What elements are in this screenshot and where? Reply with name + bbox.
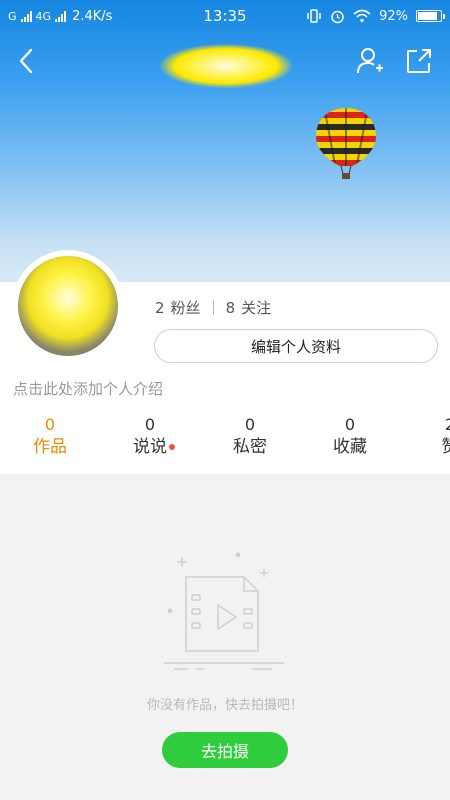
tab-count: 0 (44, 415, 56, 434)
content-tabs: 0 作品 0 说说 0 私密 0 收藏 2 赞 (0, 414, 450, 470)
tab-works[interactable]: 0 作品 (0, 414, 100, 458)
bio-placeholder[interactable]: 点击此处添加个人介绍 (13, 378, 163, 399)
cover-image[interactable] (0, 0, 450, 282)
go-shoot-button[interactable]: 去拍摄 (162, 732, 288, 768)
status-bar: G 4G 2.4K/s 13:35 92% (0, 0, 450, 32)
tab-label: 说说 (133, 436, 175, 458)
following-label: 关注 (241, 299, 272, 317)
profile-stats: 2 粉丝 8 关注 (155, 297, 271, 318)
following-stat[interactable]: 8 关注 (226, 297, 272, 318)
carrier-label-2: 4G (35, 9, 52, 23)
fans-count: 2 (155, 299, 165, 317)
tab-count: 0 (344, 415, 356, 434)
tab-posts[interactable]: 0 说说 (100, 414, 200, 458)
tab-label: 赞 (442, 436, 450, 458)
hot-air-balloon-image (316, 108, 376, 179)
tab-label-text: 说说 (133, 437, 167, 457)
tab-count: 0 (244, 415, 256, 434)
battery-icon (416, 10, 445, 22)
user-plus-icon[interactable] (356, 46, 384, 76)
tab-label: 作品 (33, 437, 67, 457)
avatar-image (18, 256, 118, 356)
avatar[interactable] (12, 250, 124, 362)
fans-stat[interactable]: 2 粉丝 (155, 297, 201, 318)
stat-divider (212, 300, 214, 315)
battery-percent: 92% (379, 8, 408, 24)
empty-state-message: 你没有作品，快去拍摄吧！ (146, 698, 303, 713)
tab-private[interactable]: 0 私密 (200, 414, 300, 458)
empty-video-illustration-icon (164, 552, 284, 670)
tab-count: 0 (144, 415, 156, 434)
signal-icon (55, 10, 67, 22)
chevron-left-icon[interactable] (14, 46, 40, 76)
notification-dot (169, 444, 175, 450)
wifi-icon (353, 9, 371, 23)
edit-profile-button[interactable]: 编辑个人资料 (154, 329, 438, 363)
username-obscured (160, 44, 292, 88)
signal-icon (20, 10, 32, 22)
tab-count: 2 (400, 414, 450, 436)
share-out-icon[interactable] (405, 47, 433, 75)
vibrate-icon (307, 9, 321, 23)
alarm-icon (331, 10, 344, 23)
tab-label: 收藏 (333, 437, 367, 457)
carrier-label-1: G (8, 9, 17, 23)
tab-favorites[interactable]: 0 收藏 (300, 414, 400, 458)
fans-label: 粉丝 (170, 299, 201, 317)
tab-label: 私密 (233, 437, 267, 457)
following-count: 8 (225, 299, 236, 317)
tab-likes[interactable]: 2 赞 (400, 414, 450, 458)
network-speed: 2.4K/s (72, 8, 113, 24)
